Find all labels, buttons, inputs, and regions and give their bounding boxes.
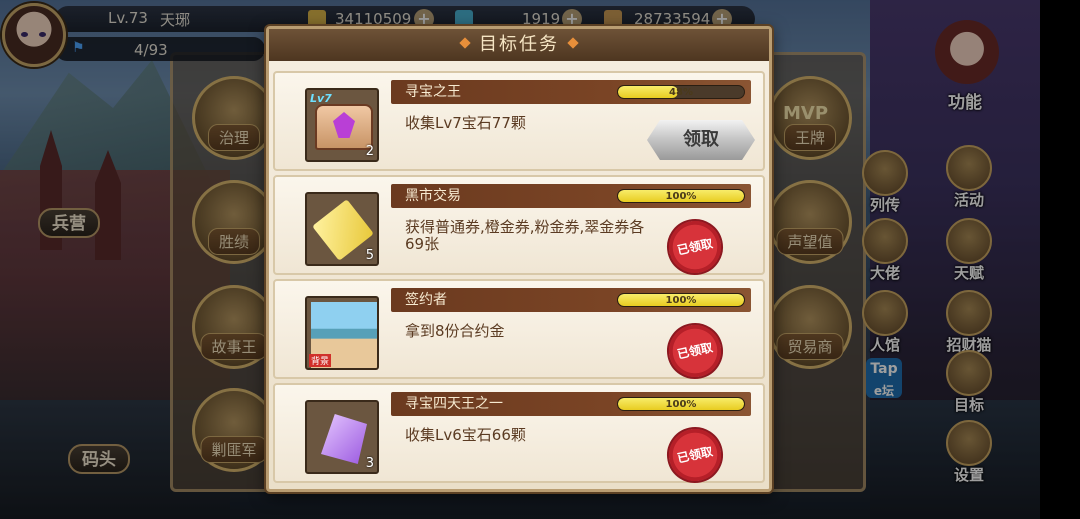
- task-card: 背景 签约者 100% 拿到8份合约金 已领取: [273, 279, 765, 385]
- task-card: Lv7 2 寻宝之王 48% 收集Lv7宝石77颗 领取: [273, 71, 765, 171]
- diamond-icon: [459, 37, 471, 49]
- task-title: 黑市交易: [405, 188, 461, 204]
- task-description: 收集Lv6宝石66颗: [405, 426, 526, 444]
- item-count: 2: [365, 144, 374, 159]
- task-thumbnail: 5: [305, 192, 379, 266]
- task-title: 寻宝之王: [405, 84, 461, 100]
- modal-title-text: 目标任务: [479, 34, 559, 55]
- task-title-ribbon: 黑市交易 100%: [391, 184, 751, 208]
- crystal-icon: [321, 414, 367, 464]
- task-description: 获得普通券,橙金券,粉金券,翠金券各69张: [405, 218, 645, 253]
- task-thumbnail: 背景: [305, 296, 379, 370]
- claimed-stamp: 已领取: [661, 213, 729, 281]
- task-list[interactable]: Lv7 2 寻宝之王 48% 收集Lv7宝石77颗 领取 5 黑市交易 100%…: [273, 67, 765, 487]
- item-count: 3: [365, 456, 374, 471]
- letterbox-bar: [1040, 0, 1080, 519]
- task-thumbnail: 3: [305, 400, 379, 474]
- progress-bar: 48%: [617, 85, 745, 99]
- progress-label: 100%: [665, 191, 697, 202]
- claim-button[interactable]: 领取: [647, 120, 755, 160]
- progress-label: 100%: [665, 295, 697, 306]
- modal-title: 目标任务: [451, 34, 587, 55]
- level-tag: Lv7: [310, 92, 332, 105]
- modal-header: 目标任务: [269, 29, 769, 61]
- task-description: 收集Lv7宝石77颗: [405, 114, 526, 132]
- claimed-stamp: 已领取: [661, 421, 729, 487]
- task-title: 签约者: [405, 292, 447, 308]
- task-card: 3 寻宝四天王之一 100% 收集Lv6宝石66颗 已领取: [273, 383, 765, 487]
- golden-ticket-icon: [312, 199, 374, 261]
- photo-tag: 背景: [309, 354, 332, 367]
- claimed-stamp: 已领取: [661, 317, 729, 385]
- progress-bar: 100%: [617, 397, 745, 411]
- progress-bar: 100%: [617, 293, 745, 307]
- task-title-ribbon: 寻宝四天王之一 100%: [391, 392, 751, 416]
- task-title-ribbon: 签约者 100%: [391, 288, 751, 312]
- task-thumbnail: Lv7 2: [305, 88, 379, 162]
- progress-bar: 100%: [617, 189, 745, 203]
- item-count: 5: [365, 248, 374, 263]
- target-task-modal: 目标任务 Lv7 2 寻宝之王 48% 收集Lv7宝石77颗 领取 5 黑市交易…: [266, 26, 772, 492]
- task-title: 寻宝四天王之一: [405, 396, 503, 412]
- task-description: 拿到8份合约金: [405, 322, 505, 340]
- task-title-ribbon: 寻宝之王 48%: [391, 80, 751, 104]
- progress-label: 100%: [665, 399, 697, 410]
- task-card: 5 黑市交易 100% 获得普通券,橙金券,粉金券,翠金券各69张 已领取: [273, 175, 765, 281]
- progress-label: 48%: [669, 87, 693, 98]
- diamond-icon: [567, 37, 579, 49]
